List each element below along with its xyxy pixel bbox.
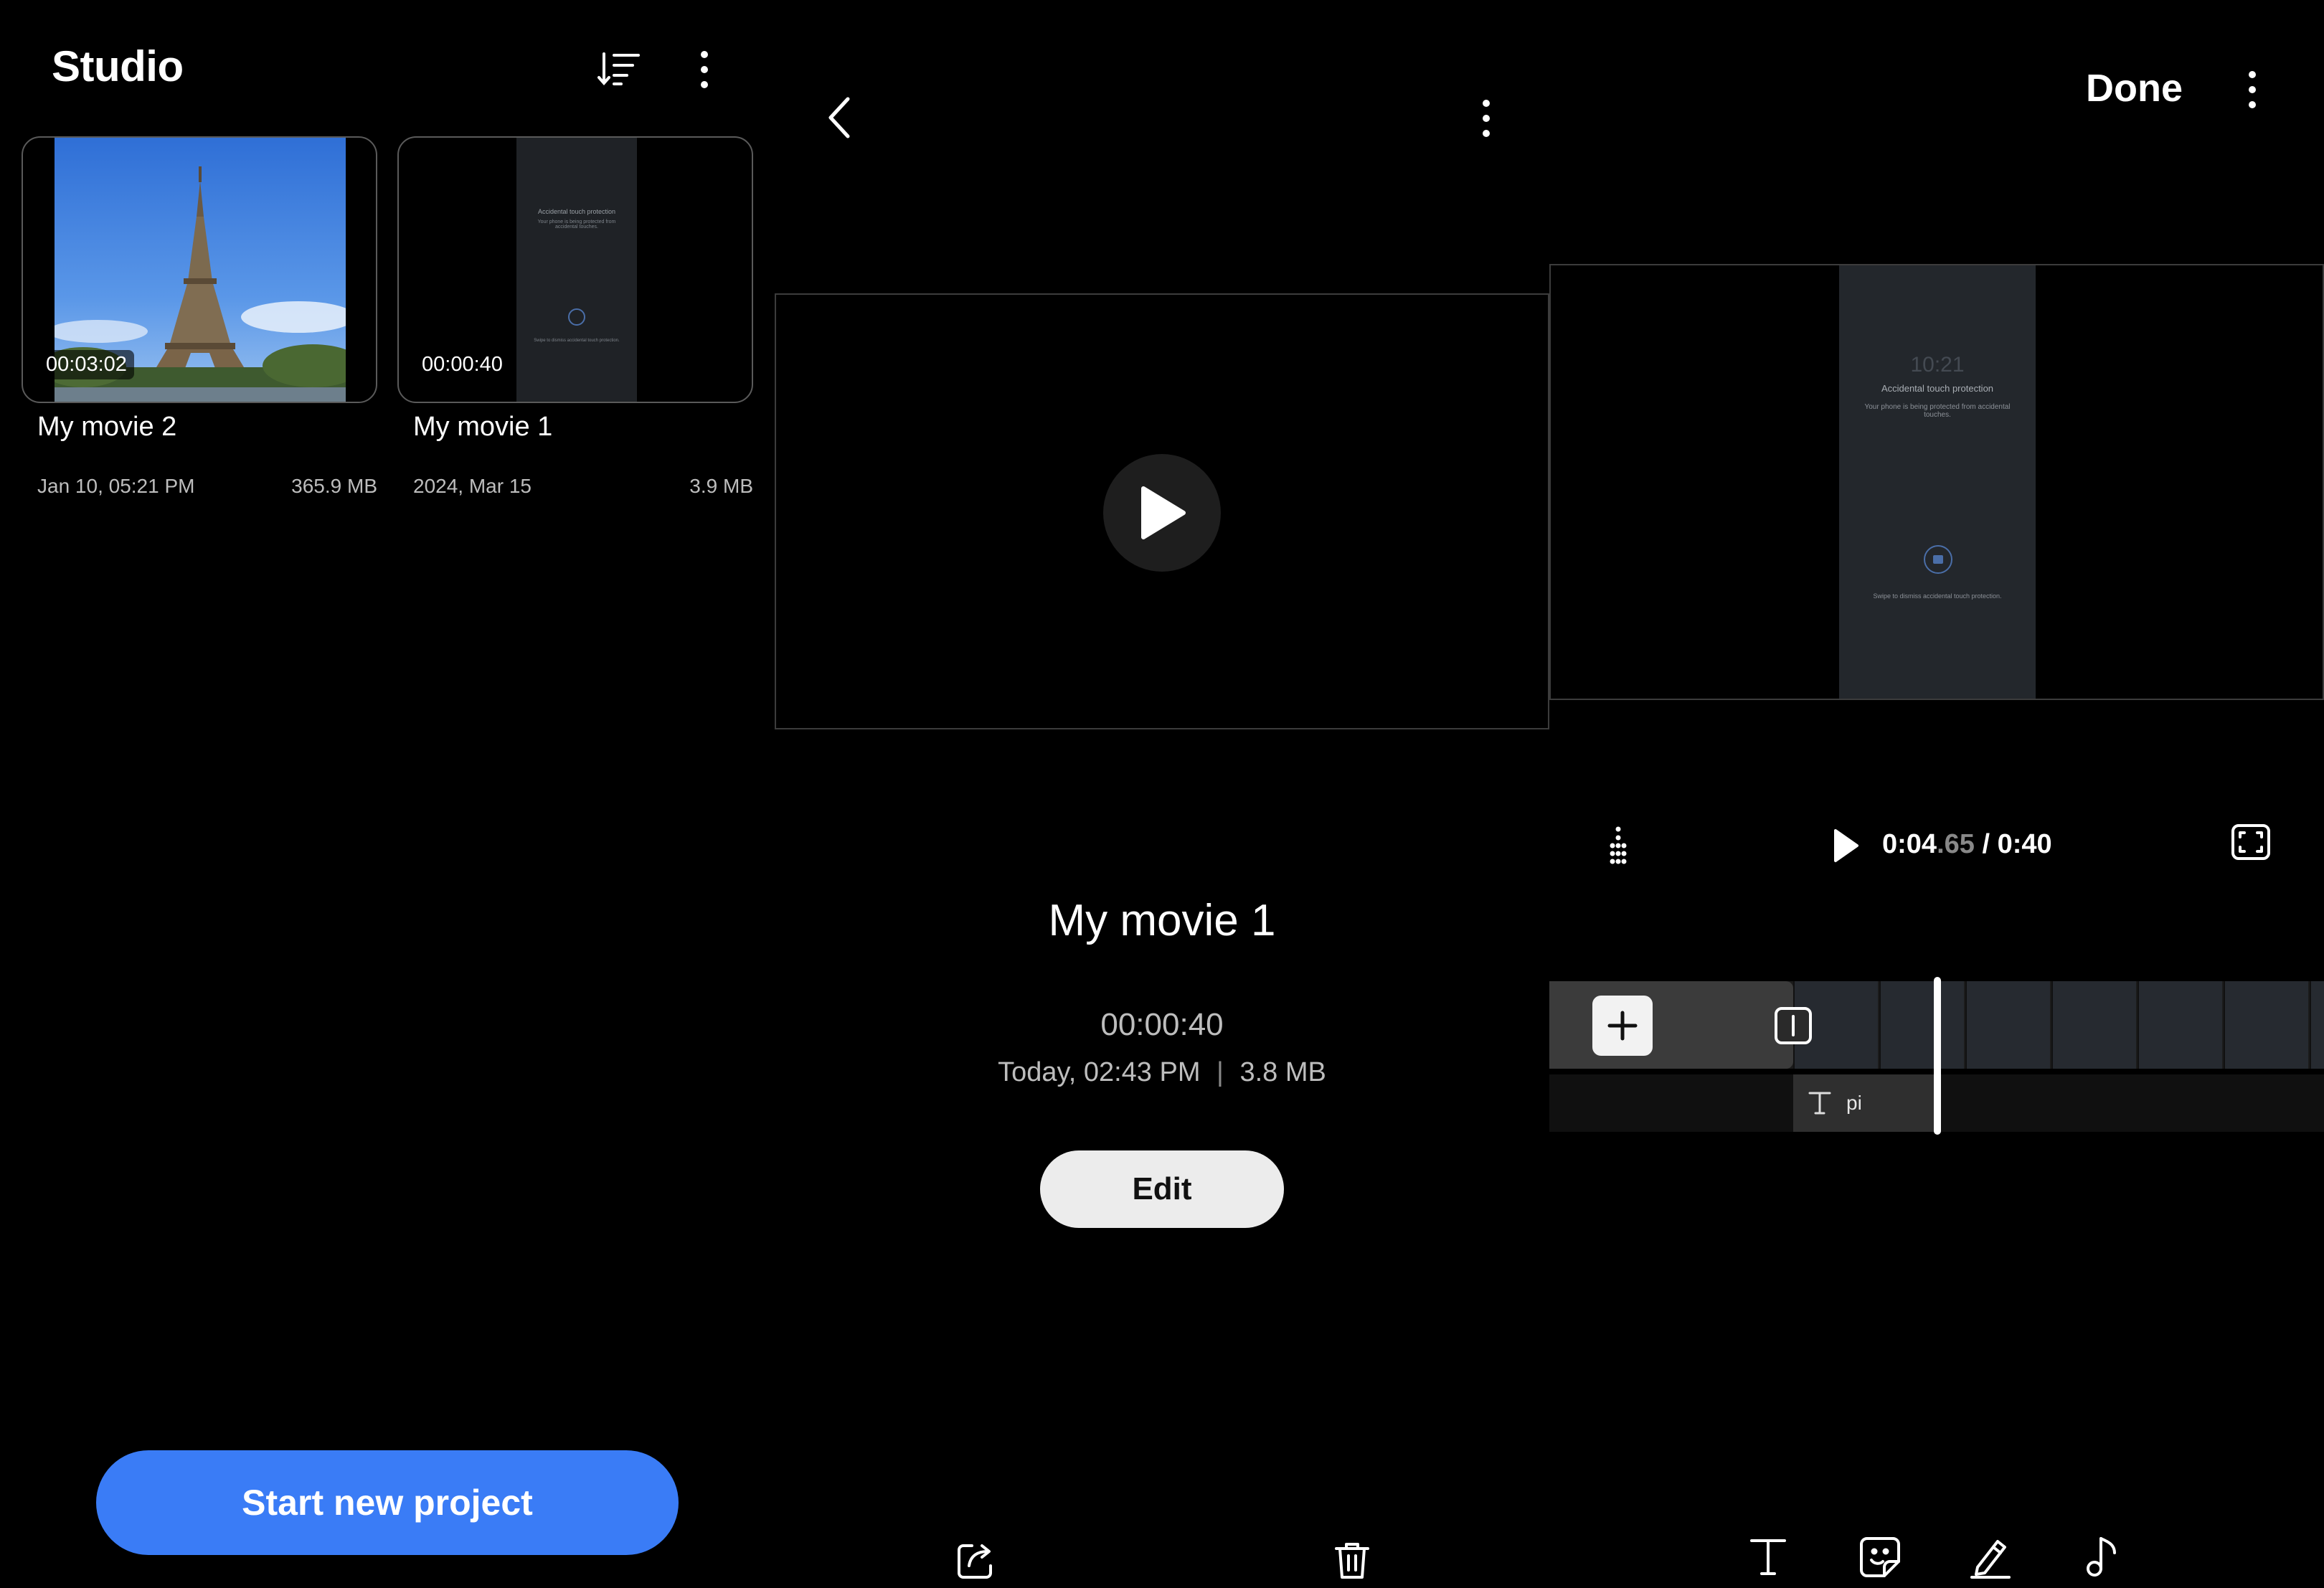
aspect-ratio-icon	[2231, 824, 2270, 860]
more-options-button[interactable]	[1470, 95, 1502, 142]
playback-time: 0:04.65 / 0:40	[1882, 829, 2052, 860]
trash-icon	[1335, 1543, 1369, 1579]
text-tool-button[interactable]	[1743, 1532, 1793, 1582]
edit-button[interactable]: Edit	[1040, 1150, 1284, 1228]
dots-grid-icon	[1610, 826, 1627, 864]
project-title: My movie 2	[37, 412, 177, 442]
lock-icon	[1924, 545, 1952, 574]
project-title: My movie 1	[413, 412, 553, 442]
draw-tool-button[interactable]	[1965, 1532, 2016, 1582]
play-icon	[1834, 829, 1858, 862]
timeline-frame	[2310, 981, 2324, 1069]
add-clip-area	[1549, 981, 1793, 1069]
share-icon	[958, 1544, 992, 1579]
text-icon	[1750, 1539, 1786, 1575]
project-card-thumbnail[interactable]: Accidental touch protection Your phone i…	[397, 136, 753, 403]
total-time: 0:40	[1997, 829, 2052, 859]
timeline-frame	[2138, 981, 2222, 1069]
start-new-project-button[interactable]: Start new project	[96, 1450, 679, 1555]
text-clip-label: pi	[1846, 1092, 1862, 1114]
phone-screenshot-preview: 10:21 Accidental touch protection Your p…	[1839, 265, 2036, 699]
play-icon	[1141, 486, 1186, 539]
aspect-ratio-button[interactable]	[2228, 821, 2274, 864]
more-options-button[interactable]	[2236, 66, 2268, 113]
clip-trim-handle[interactable]	[1773, 1006, 1813, 1046]
draw-icon	[1970, 1540, 2011, 1579]
thumb-footer-text: Swipe to dismiss accidental touch protec…	[534, 339, 620, 343]
project-size: 365.9 MB	[291, 475, 377, 497]
editor-panel: Done 10:21 Accidental touch protection Y…	[1549, 0, 2324, 1588]
sort-icon	[597, 52, 640, 86]
more-vert-icon	[701, 51, 708, 88]
current-time: 0:04	[1882, 829, 1937, 859]
movie-date: Today, 02:43 PM	[998, 1057, 1201, 1087]
back-arrow-icon	[828, 97, 850, 138]
project-card-thumbnail[interactable]: 00:03:02	[22, 136, 377, 403]
project-size: 3.9 MB	[689, 475, 753, 497]
sticker-icon	[1860, 1537, 1900, 1577]
thumb-title-text: Accidental touch protection	[537, 208, 616, 215]
timeline-frame	[2224, 981, 2308, 1069]
info-separator: |	[1217, 1057, 1224, 1087]
timeline-zoom-button[interactable]	[1604, 822, 1633, 869]
timeline-frame	[2051, 981, 2136, 1069]
movie-duration: 00:00:40	[1100, 1007, 1224, 1042]
done-button[interactable]: Done	[2086, 66, 2183, 110]
movie-title: My movie 1	[1048, 896, 1276, 945]
add-clip-button[interactable]	[1592, 996, 1653, 1056]
current-time-fraction: .65	[1937, 829, 1975, 859]
more-options-button[interactable]	[689, 46, 720, 93]
play-button[interactable]	[1103, 454, 1221, 572]
music-icon	[2087, 1537, 2116, 1577]
timeline-frame	[1879, 981, 1964, 1069]
share-button[interactable]	[951, 1535, 1001, 1585]
movie-size: 3.8 MB	[1239, 1057, 1326, 1087]
duration-badge: 00:03:02	[39, 350, 134, 379]
preview-title-text: Accidental touch protection	[1881, 383, 1994, 394]
trim-marker-icon	[1775, 1007, 1812, 1044]
preview-body-text: Your phone is being protected from accid…	[1864, 403, 2011, 419]
lock-icon	[568, 308, 585, 326]
plus-icon	[1607, 1011, 1638, 1041]
phone-screenshot-thumbnail: Accidental touch protection Your phone i…	[516, 138, 637, 402]
thumb-body-text: Your phone is being protected from accid…	[537, 219, 616, 230]
editor-play-button[interactable]	[1828, 825, 1864, 866]
duration-badge: 00:00:40	[415, 350, 510, 379]
editor-preview[interactable]: 10:21 Accidental touch protection Your p…	[1549, 264, 2324, 700]
text-clip[interactable]: pi	[1793, 1074, 1941, 1132]
more-vert-icon	[1483, 100, 1490, 137]
project-date: Jan 10, 05:21 PM	[37, 475, 195, 497]
video-preview[interactable]	[775, 293, 1549, 729]
playhead[interactable]	[1934, 977, 1941, 1135]
project-date: 2024, Mar 15	[413, 475, 532, 497]
project-detail-panel: My movie 1 00:00:40 Today, 02:43 PM | 3.…	[775, 0, 1549, 1588]
text-icon	[1808, 1092, 1831, 1115]
page-title: Studio	[52, 42, 184, 90]
preview-clock: 10:21	[1910, 353, 1965, 377]
preview-footer-text: Swipe to dismiss accidental touch protec…	[1873, 592, 2002, 600]
time-separator: /	[1974, 829, 1998, 859]
studio-panel: Studio 00:03:02 My movie 2 Jan 10, 05:21…	[0, 0, 775, 1588]
more-vert-icon	[2249, 71, 2256, 108]
sort-button[interactable]	[592, 47, 646, 90]
delete-button[interactable]	[1327, 1535, 1377, 1585]
timeline-frame	[1965, 981, 2050, 1069]
movie-info: Today, 02:43 PM | 3.8 MB	[775, 1057, 1549, 1088]
music-tool-button[interactable]	[2077, 1532, 2127, 1582]
sticker-tool-button[interactable]	[1855, 1532, 1905, 1582]
back-button[interactable]	[818, 90, 861, 145]
